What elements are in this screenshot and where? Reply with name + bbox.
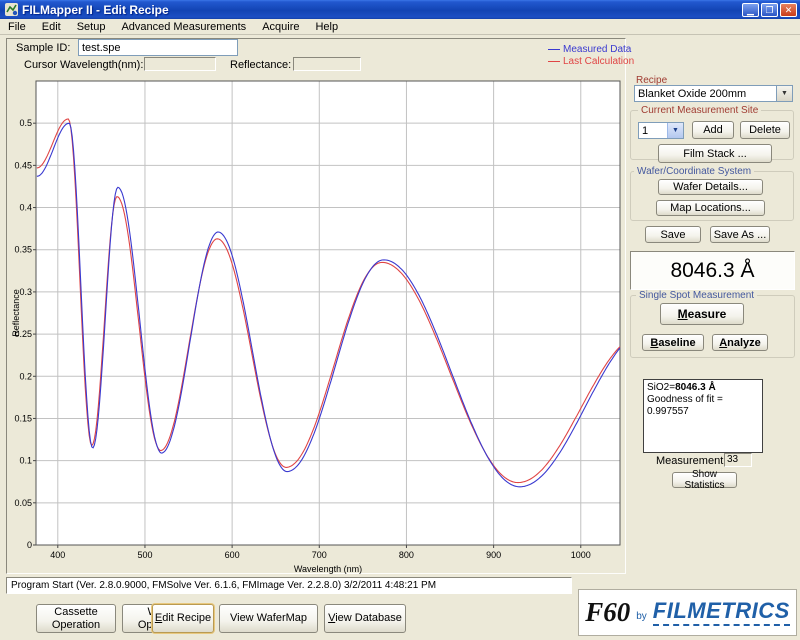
status-bar: Program Start (Ver. 2.8.0.9000, FMSolve …: [6, 577, 572, 594]
site-dropdown-arrow-icon[interactable]: ▼: [667, 123, 683, 138]
svg-text:0.2: 0.2: [19, 371, 32, 381]
edit-recipe-button[interactable]: Edit Recipe: [152, 604, 214, 633]
svg-text:0.05: 0.05: [14, 498, 32, 508]
svg-text:0.4: 0.4: [19, 203, 32, 213]
logo-by: by: [636, 611, 647, 622]
restore-icon[interactable]: ❐: [761, 3, 778, 17]
svg-text:0: 0: [27, 540, 32, 550]
reflectance-chart[interactable]: 400500600700800900100000.050.10.150.20.2…: [10, 73, 624, 575]
legend-line-calculated-icon: [548, 61, 560, 62]
cursor-reflectance-field: [293, 57, 361, 71]
svg-text:500: 500: [137, 550, 152, 560]
save-as-button[interactable]: Save As ...: [710, 226, 770, 243]
results-line2: Goodness of fit = 0.997557: [647, 394, 759, 418]
title-bar: FILMapper II - Edit Recipe ▁ ❐ ✕: [0, 0, 800, 19]
legend-line-measured-icon: [548, 49, 560, 50]
menu-help[interactable]: Help: [307, 20, 346, 34]
logo-model: F60: [585, 597, 630, 628]
svg-text:1000: 1000: [571, 550, 591, 560]
minimize-icon[interactable]: ▁: [742, 3, 759, 17]
map-locations-button[interactable]: Map Locations...: [656, 200, 765, 216]
menu-setup[interactable]: Setup: [69, 20, 114, 34]
site-combobox[interactable]: 1 ▼: [638, 122, 684, 139]
svg-text:400: 400: [50, 550, 65, 560]
measurement-number-field[interactable]: 33: [724, 453, 752, 467]
view-wafermap-button[interactable]: View WaferMap: [219, 604, 318, 633]
svg-text:600: 600: [225, 550, 240, 560]
analyze-button[interactable]: Analyze: [712, 334, 768, 351]
add-button[interactable]: Add: [692, 121, 734, 139]
svg-text:0.5: 0.5: [19, 118, 32, 128]
menu-bar: File Edit Setup Advanced Measurements Ac…: [0, 19, 800, 35]
single-spot-group-label: Single Spot Measurement: [636, 290, 757, 301]
delete-button[interactable]: Delete: [740, 121, 790, 139]
measure-button[interactable]: Measure: [660, 303, 744, 325]
menu-file[interactable]: File: [0, 20, 34, 34]
svg-text:800: 800: [399, 550, 414, 560]
cassette-operation-button[interactable]: Cassette Operation: [36, 604, 116, 633]
close-icon[interactable]: ✕: [780, 3, 797, 17]
legend-calculated-label: Last Calculation: [563, 56, 634, 67]
svg-text:Reflectance: Reflectance: [11, 289, 21, 337]
wafer-details-button[interactable]: Wafer Details...: [658, 179, 763, 195]
recipe-dropdown-arrow-icon[interactable]: ▼: [776, 86, 792, 101]
sample-id-input[interactable]: [78, 39, 238, 56]
svg-text:0.35: 0.35: [14, 245, 32, 255]
film-stack-button[interactable]: Film Stack ...: [658, 144, 772, 163]
application-window: FILMapper II - Edit Recipe ▁ ❐ ✕ File Ed…: [0, 0, 800, 640]
site-value: 1: [639, 125, 667, 137]
menu-acquire[interactable]: Acquire: [254, 20, 307, 34]
show-statistics-button[interactable]: Show Statistics: [672, 472, 737, 488]
cursor-wavelength-field: [144, 57, 216, 71]
app-icon: [5, 3, 18, 16]
svg-text:700: 700: [312, 550, 327, 560]
filmetrics-logo: F60 by FILMETRICS: [578, 589, 797, 636]
menu-edit[interactable]: Edit: [34, 20, 69, 34]
results-line1: SiO2=8046.3 Å: [647, 382, 759, 394]
menu-advanced-measurements[interactable]: Advanced Measurements: [113, 20, 254, 34]
recipe-combobox[interactable]: Blanket Oxide 200mm ▼: [634, 85, 793, 102]
chart-canvas[interactable]: 400500600700800900100000.050.10.150.20.2…: [10, 73, 624, 575]
sample-id-label: Sample ID:: [16, 42, 70, 54]
svg-text:0.15: 0.15: [14, 413, 32, 423]
chart-legend: Measured Data Last Calculation: [548, 44, 634, 68]
svg-text:0.3: 0.3: [19, 287, 32, 297]
legend-measured-label: Measured Data: [563, 44, 631, 55]
view-database-button[interactable]: View Database: [324, 604, 406, 633]
window-title: FILMapper II - Edit Recipe: [22, 3, 740, 17]
results-box: SiO2=8046.3 Å Goodness of fit = 0.997557: [643, 379, 763, 453]
recipe-value: Blanket Oxide 200mm: [635, 88, 776, 100]
cursor-wavelength-label: Cursor Wavelength(nm):: [24, 59, 143, 71]
measurement-site-group-label: Current Measurement Site: [638, 105, 761, 116]
svg-text:0.1: 0.1: [19, 456, 32, 466]
thickness-display: 8046.3 Å: [630, 251, 795, 290]
wafer-coordinate-group-label: Wafer/Coordinate System: [634, 166, 754, 177]
cursor-reflectance-label: Reflectance:: [230, 59, 291, 71]
logo-brand: FILMETRICS: [653, 600, 790, 626]
svg-text:900: 900: [486, 550, 501, 560]
baseline-button[interactable]: Baseline: [642, 334, 704, 351]
save-button[interactable]: Save: [645, 226, 701, 243]
svg-text:0.45: 0.45: [14, 160, 32, 170]
svg-text:Wavelength (nm): Wavelength (nm): [294, 564, 362, 574]
